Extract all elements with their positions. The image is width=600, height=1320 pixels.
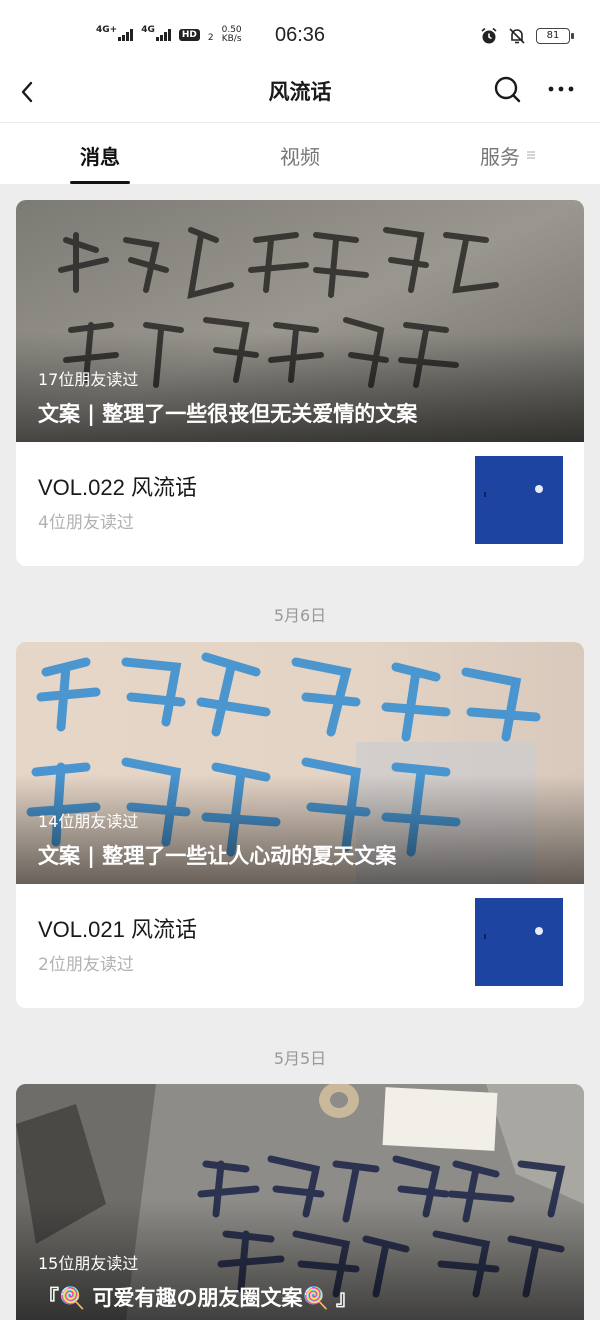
sub-article-readers: 4位朋友读过 (38, 513, 134, 533)
article-card: 15位朋友读过 『🍭 可爱有趣の朋友圈文案🍭 』 (16, 1084, 584, 1320)
status-bar-right: 81 (480, 27, 574, 45)
more-button[interactable] (542, 72, 582, 112)
tab-videos[interactable]: 视频 (240, 141, 360, 170)
search-button[interactable] (488, 72, 528, 112)
active-tab-indicator (70, 181, 130, 184)
date-label: 5月5日 (273, 1049, 327, 1068)
article-cover[interactable]: 17位朋友读过 文案 | 整理了一些很丧但无关爱情的文案 (16, 200, 584, 442)
cover-title: 『🍭 可爱有趣の朋友圈文案🍭 』 (38, 1286, 357, 1310)
alarm-icon (481, 27, 497, 44)
date-label: 5月6日 (273, 606, 327, 625)
cover-title: 文案 | 整理了一些很丧但无关爱情的文案 (38, 402, 418, 426)
sub-article-title: VOL.021 风流话 (38, 917, 197, 942)
sub-article-item[interactable]: VOL.022 风流话 4位朋友读过 (16, 442, 584, 566)
article-card: 17位朋友读过 文案 | 整理了一些很丧但无关爱情的文案 VOL.022 风流话… (16, 200, 584, 566)
search-icon (494, 76, 521, 103)
cover-readers: 17位朋友读过 (38, 370, 139, 389)
cover-readers: 15位朋友读过 (38, 1254, 139, 1273)
sub-article-title: VOL.022 风流话 (38, 475, 197, 500)
cover-readers: 14位朋友读过 (38, 812, 139, 831)
more-horizontal-icon (548, 86, 574, 92)
tab-bar: 消息 视频 服务 (0, 122, 600, 184)
status-bar: 4G+ 4G HD 2 0.50 KB/s 06:36 81 (0, 0, 600, 70)
battery-indicator: 81 (536, 28, 574, 44)
nav-bar: 风流话 (0, 70, 600, 122)
tab-services[interactable]: 服务 (440, 141, 560, 170)
article-cover[interactable]: 15位朋友读过 『🍭 可爱有趣の朋友圈文案🍭 』 (16, 1084, 584, 1320)
menu-icon (527, 151, 535, 159)
cover-title: 文案 | 整理了一些让人心动的夏天文案 (38, 844, 397, 868)
article-card: 14位朋友读过 文案 | 整理了一些让人心动的夏天文案 VOL.021 风流话 … (16, 642, 584, 1008)
sub-article-item[interactable]: VOL.021 风流话 2位朋友读过 (16, 884, 584, 1008)
moon-thumbnail-image (475, 456, 563, 544)
mute-bell-icon (509, 28, 525, 44)
moon-thumbnail-image (475, 898, 563, 986)
article-cover[interactable]: 14位朋友读过 文案 | 整理了一些让人心动的夏天文案 (16, 642, 584, 884)
sub-article-thumbnail (475, 898, 563, 986)
sub-article-thumbnail (475, 456, 563, 544)
tab-messages[interactable]: 消息 (40, 141, 160, 170)
sub-article-readers: 2位朋友读过 (38, 955, 134, 975)
